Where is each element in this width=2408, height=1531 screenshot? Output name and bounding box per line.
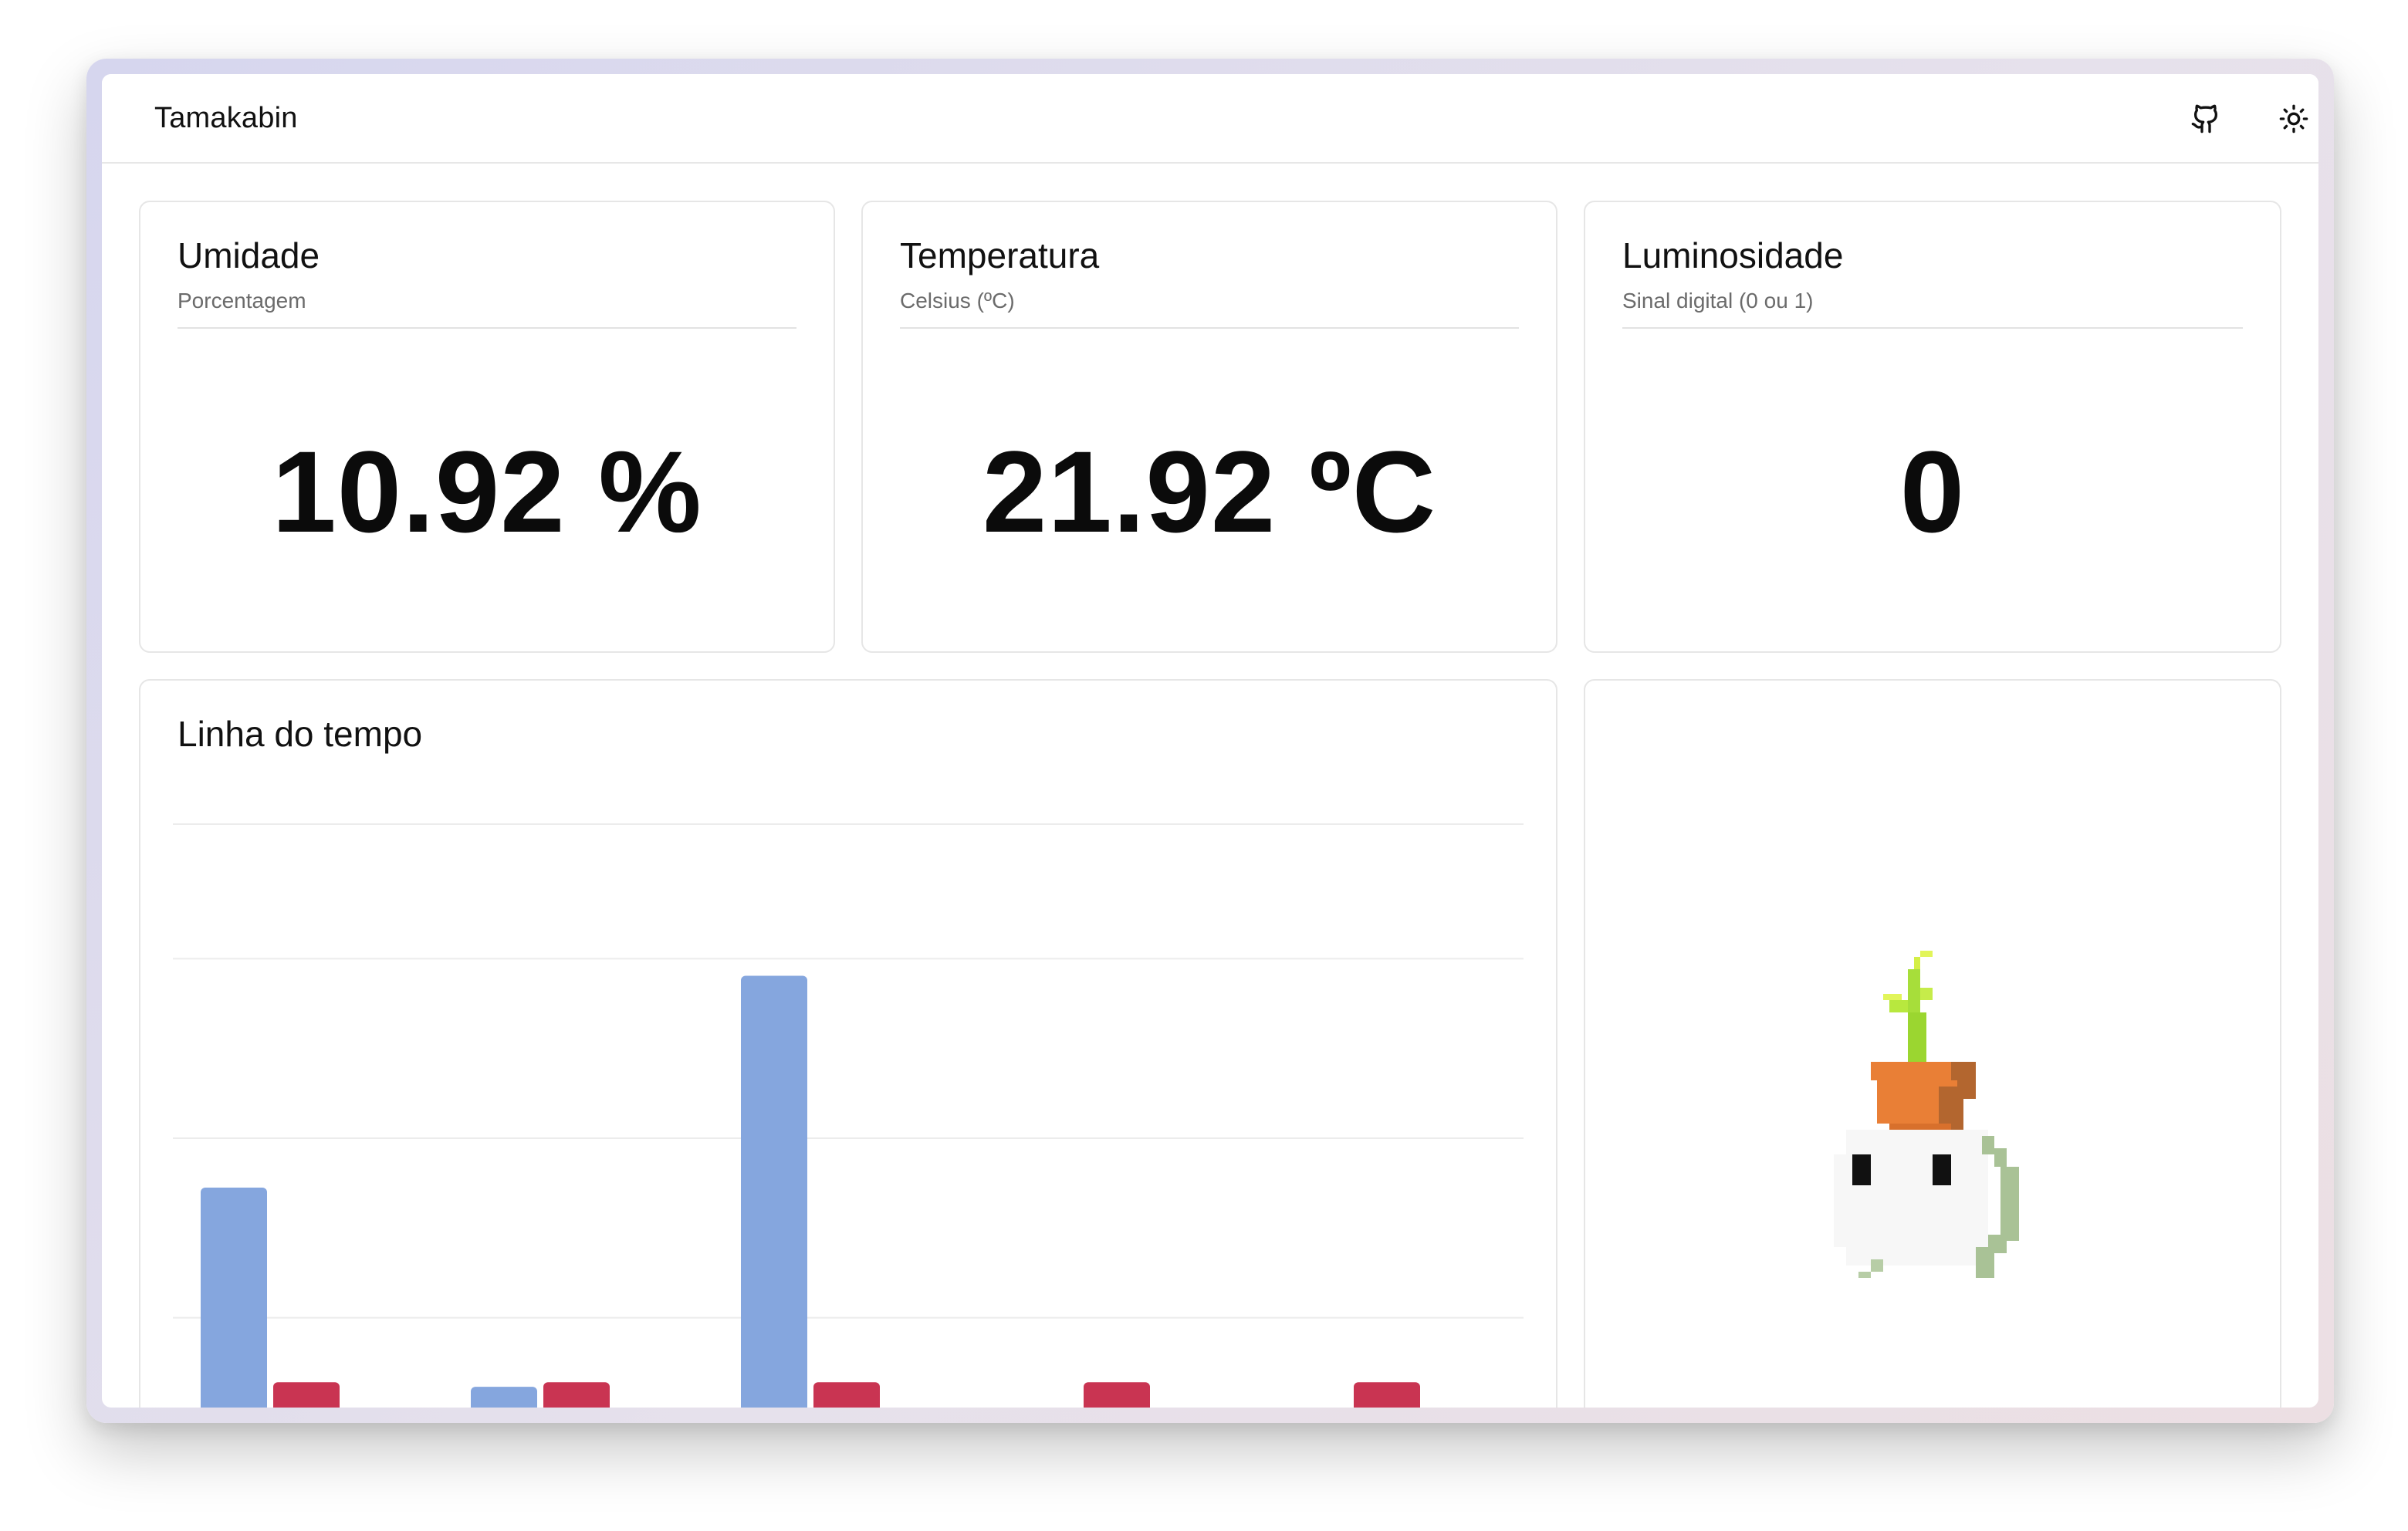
chart-bar-series1-2[interactable] <box>471 1387 537 1408</box>
light-value: 0 <box>1899 427 1966 556</box>
sprout-pixel <box>1908 969 1920 1012</box>
divider <box>178 327 796 329</box>
temperature-value: 21.92 ºC <box>982 427 1437 556</box>
theme-toggle-button[interactable] <box>2271 96 2317 142</box>
sprout-pixel <box>1920 951 1933 957</box>
humidity-value: 10.92 % <box>272 427 702 556</box>
chart-bar-series2-4[interactable] <box>1084 1382 1150 1408</box>
pot-pixel <box>1889 1124 1951 1130</box>
humidity-title: Umidade <box>178 235 320 275</box>
navbar: Tamakabin <box>102 74 2318 164</box>
chart-bar-series2-5[interactable] <box>1354 1382 1420 1408</box>
light-title: Luminosidade <box>1622 235 1844 275</box>
plant-pot-ghost-icon <box>1834 951 2019 1278</box>
sprout-pixel <box>1920 988 1933 1000</box>
timeline-card: Linha do tempo <box>139 679 1557 1408</box>
ghost-outline-pixel <box>1858 1272 1871 1278</box>
chart-bar-series2-1[interactable] <box>273 1382 340 1408</box>
ghost-pixel <box>1846 1130 1988 1266</box>
sprout-pixel <box>1914 957 1920 969</box>
chart-bar-series2-2[interactable] <box>543 1382 610 1408</box>
app-title: Tamakabin <box>154 102 298 134</box>
ghost-pixel <box>1834 1154 1846 1247</box>
sprout-pixel <box>1883 994 1902 1000</box>
mascot-card <box>1584 679 2281 1408</box>
pot-pixel <box>1939 1087 1963 1130</box>
ghost-outline-pixel <box>1994 1148 2007 1167</box>
ghost-outline-pixel <box>1982 1136 1994 1154</box>
ghost-eye-pixel <box>1933 1154 1951 1185</box>
chart-bar-series1-1[interactable] <box>201 1187 267 1408</box>
humidity-card: Umidade Porcentagem 10.92 % <box>139 201 835 653</box>
github-button[interactable] <box>2183 96 2229 142</box>
ghost-outline-pixel <box>2000 1167 2019 1241</box>
timeline-chart <box>173 823 1524 1408</box>
sprout-pixel <box>1889 1000 1908 1012</box>
divider <box>900 327 1519 329</box>
divider <box>1622 327 2243 329</box>
temperature-card: Temperatura Celsius (ºC) 21.92 ºC <box>861 201 1557 653</box>
temperature-subtitle: Celsius (ºC) <box>900 289 1015 313</box>
ghost-outline-pixel <box>1976 1247 1994 1278</box>
sprout-pixel <box>1908 1012 1926 1062</box>
sun-icon <box>2279 104 2308 133</box>
ghost-outline-pixel <box>1871 1259 1883 1272</box>
chart-bar-series1-3[interactable] <box>741 975 807 1408</box>
chart-bar-series2-3[interactable] <box>813 1382 880 1408</box>
temperature-title: Temperatura <box>900 235 1100 275</box>
light-subtitle: Sinal digital (0 ou 1) <box>1622 289 1814 313</box>
github-icon <box>2191 104 2218 133</box>
ghost-eye-pixel <box>1852 1154 1871 1185</box>
humidity-subtitle: Porcentagem <box>178 289 306 313</box>
app-window: Tamakabin Umidade Porcentagem 10.92 % Te… <box>102 74 2318 1408</box>
light-card: Luminosidade Sinal digital (0 ou 1) 0 <box>1584 201 2281 653</box>
